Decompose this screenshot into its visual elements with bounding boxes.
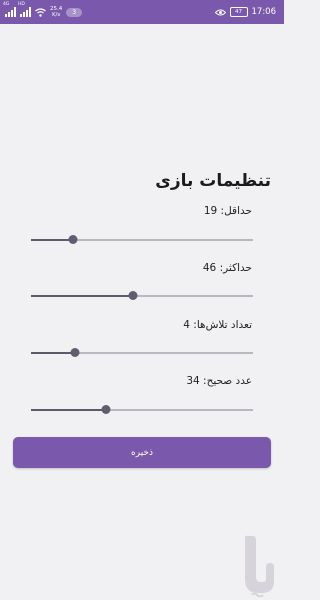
battery-icon: 47 bbox=[229, 7, 248, 17]
status-bar: 4G HD 25.4 K/s 3 47 17:06 bbox=[0, 0, 284, 24]
attempts-slider-fill bbox=[31, 351, 76, 354]
save-button[interactable]: ذخیره bbox=[13, 437, 271, 468]
status-right: 47 17:06 bbox=[214, 0, 277, 24]
signal-icon: 4G bbox=[3, 2, 16, 17]
min-slider-thumb[interactable] bbox=[68, 235, 78, 244]
min-slider[interactable] bbox=[31, 233, 253, 247]
correct-slider[interactable] bbox=[31, 403, 253, 417]
attempts-slider-thumb[interactable] bbox=[70, 348, 80, 357]
wifi-icon bbox=[35, 7, 46, 17]
max-label: حداکثر: 46 bbox=[202, 262, 252, 274]
signal-label: 4G bbox=[3, 2, 10, 7]
correct-slider-thumb[interactable] bbox=[101, 405, 111, 414]
min-slider-fill bbox=[31, 238, 74, 241]
attempts-label: تعداد تلاش‌ها: 4 bbox=[183, 319, 252, 331]
network-speed: 25.4 K/s bbox=[50, 6, 62, 18]
min-label: حداقل: 19 bbox=[203, 205, 252, 217]
max-slider-fill bbox=[31, 294, 134, 297]
bazaar-logo-icon bbox=[244, 535, 274, 597]
page-title: تنظیمات بازی bbox=[155, 171, 271, 191]
attempts-slider[interactable] bbox=[31, 346, 253, 360]
notification-badge: 3 bbox=[66, 7, 83, 17]
signal-icon-2: HD bbox=[18, 2, 31, 17]
correct-label: عدد صحیح: 34 bbox=[186, 375, 252, 387]
speed-unit: K/s bbox=[51, 12, 61, 18]
eye-icon bbox=[214, 9, 226, 15]
max-slider-thumb[interactable] bbox=[128, 291, 138, 300]
status-left: 4G HD 25.4 K/s 3 bbox=[3, 0, 83, 24]
max-slider[interactable] bbox=[31, 289, 253, 303]
signal-label-2: HD bbox=[18, 2, 25, 7]
clock-time: 17:06 bbox=[251, 7, 277, 17]
correct-slider-fill bbox=[31, 408, 107, 411]
